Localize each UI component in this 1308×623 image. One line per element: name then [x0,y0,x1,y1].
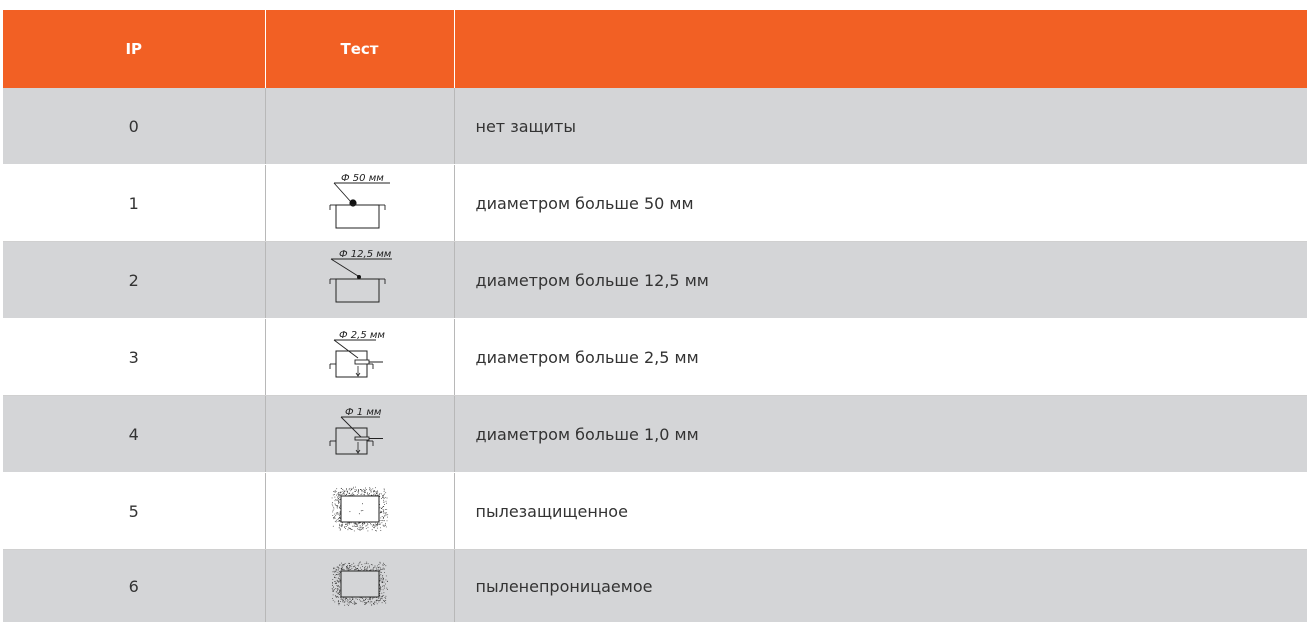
test-cell: Ф 12,5 мм [264,241,455,319]
ip-value: 3 [3,318,266,396]
ip-value: 6 [3,549,266,623]
ip-value: 5 [3,472,266,550]
test-cell: Ф 50 мм [264,164,455,242]
protection-description: пылезащищенное [454,472,1307,550]
table-row: 4 Ф 1 мм диаметром больше 1,0 мм [3,395,1307,473]
protection-description: диаметром больше 1,0 мм [454,395,1307,473]
protection-description: диаметром больше 50 мм [454,164,1307,242]
ip-value: 2 [3,241,266,319]
table-row: 0 нет защиты [3,88,1307,165]
table-row: 3 Ф 2,5 мм диаметром больше 2,5 мм [3,318,1307,396]
header-ip: IP [3,10,266,88]
probe-label: Ф 2,5 мм [339,330,385,341]
probe-2-5mm-icon: Ф 2,5 мм [329,330,385,378]
protection-description: диаметром больше 2,5 мм [454,318,1307,396]
dust-tight-icon [331,561,388,607]
table-row: 6 пыленепроницаемое [3,549,1307,623]
protection-description: диаметром больше 12,5 мм [454,241,1307,319]
test-cell: Ф 1 мм [264,395,455,473]
dust-protected-icon [331,486,388,532]
probe-label: Ф 12,5 мм [339,249,392,260]
header-description [454,10,1307,88]
ip-value: 0 [3,88,266,165]
protection-description: пыленепроницаемое [454,549,1307,623]
test-cell: Ф 2,5 мм [264,318,455,396]
table-row: 1 Ф 50 мм диаметром больше 50 мм [3,164,1307,242]
header-test: Тест [265,10,455,88]
ip-value: 4 [3,395,266,473]
probe-label: Ф 50 мм [341,173,384,184]
ip-rating-table: IP Тест 0 нет защиты 1 Ф 50 мм диаметром… [3,10,1307,623]
probe-12-5mm-icon: Ф 12,5 мм [329,249,392,303]
table-row: 5 пылезащищенное [3,472,1307,550]
test-cell [264,472,455,550]
protection-description: нет защиты [454,88,1307,165]
table-row: 2 Ф 12,5 мм диаметром больше 12,5 мм [3,241,1307,319]
ip-value: 1 [3,164,266,242]
probe-1mm-icon: Ф 1 мм [329,407,383,455]
probe-50mm-icon: Ф 50 мм [329,173,390,229]
probe-label: Ф 1 мм [345,407,382,418]
table-header-row: IP Тест [3,10,1307,88]
test-cell [264,549,455,623]
test-cell-empty [264,88,455,165]
